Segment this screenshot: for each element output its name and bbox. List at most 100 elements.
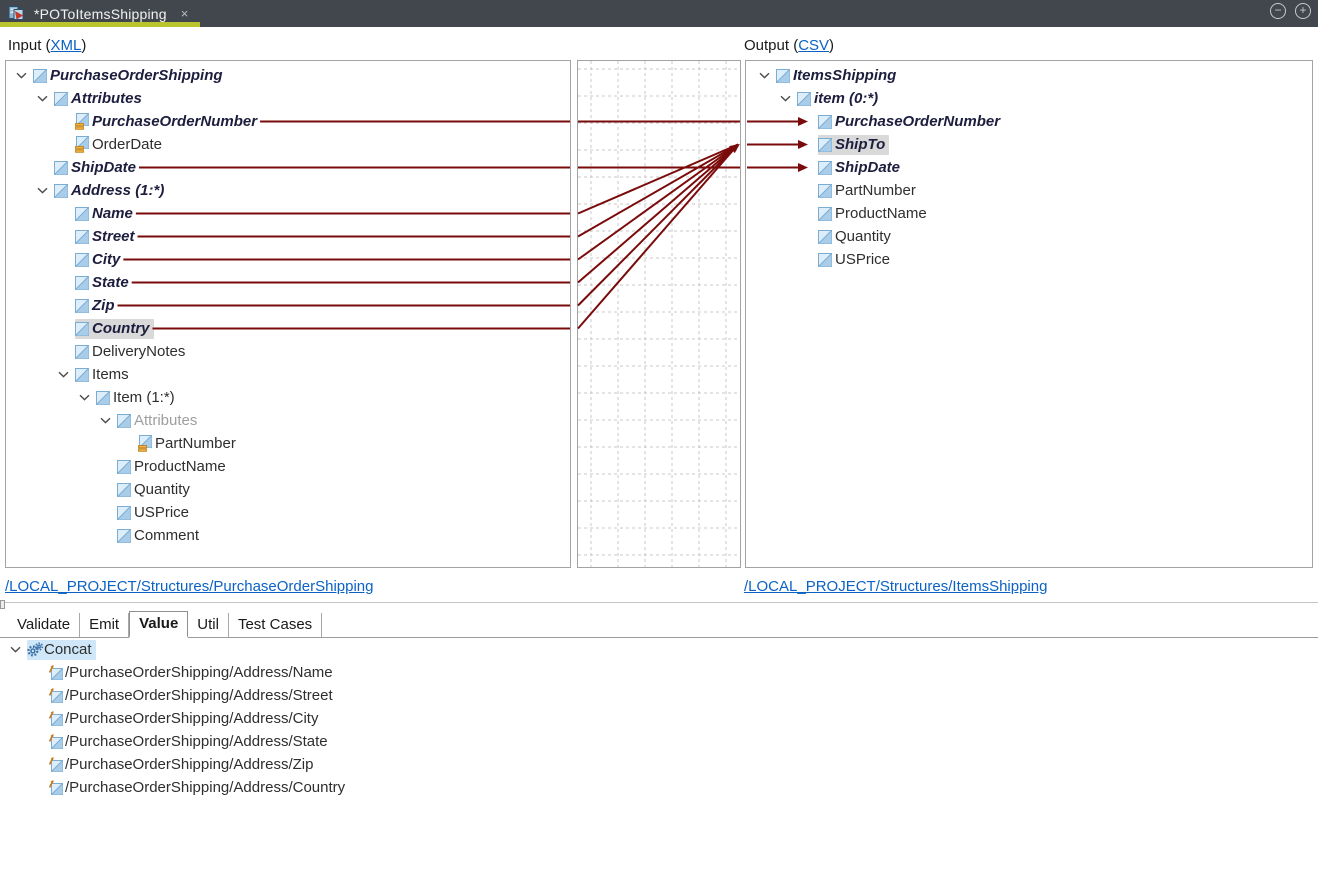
tree-item-cell: Attributes [117, 411, 201, 431]
input-format-link[interactable]: XML [51, 37, 82, 54]
tree-item-label: /PurchaseOrderShipping/Address/State [65, 732, 328, 752]
tree-item-out-usprice[interactable]: USPrice [746, 248, 1312, 271]
funcarg-icon [48, 780, 65, 795]
titlebar: *POToItemsShipping × − + [0, 0, 1318, 27]
output-header: Output (CSV) [744, 37, 834, 54]
splitter-grip[interactable] [0, 600, 5, 609]
tree-item-label: /PurchaseOrderShipping/Address/Country [65, 778, 345, 798]
chevron-down-icon[interactable] [34, 187, 54, 194]
tree-item-in-state[interactable]: State [6, 271, 570, 294]
minimize-circle-button[interactable]: − [1270, 3, 1286, 19]
tree-item-cell: Items [75, 365, 133, 385]
tree-item-label: City [92, 250, 120, 270]
tree-item-in-item-attributes[interactable]: Attributes [6, 409, 570, 432]
tree-item-in-orderdate[interactable]: OrderDate [6, 133, 570, 156]
tree-item-cell: /PurchaseOrderShipping/Address/Street [48, 686, 337, 706]
tree-item-out-shipto[interactable]: ShipTo [746, 133, 1312, 156]
tree-item-out-partnumber[interactable]: PartNumber [746, 179, 1312, 202]
tree-item-in-item[interactable]: Item (1:*) [6, 386, 570, 409]
tree-item-label: Quantity [835, 227, 891, 247]
tree-item-fn-arg-country[interactable]: /PurchaseOrderShipping/Address/Country [0, 776, 349, 799]
output-format-link[interactable]: CSV [798, 37, 829, 54]
tree-item-cell: Name [75, 204, 137, 224]
tree-item-label: ShipTo [835, 135, 885, 155]
element-icon [818, 161, 835, 175]
chevron-down-icon[interactable] [756, 72, 776, 79]
tree-item-cell: ProductName [818, 204, 931, 224]
map-editor-window: *POToItemsShipping × − + Input (XML) Out… [0, 0, 1318, 885]
chevron-down-icon[interactable] [55, 371, 75, 378]
tree-item-in-quantity[interactable]: Quantity [6, 478, 570, 501]
chevron-down-icon[interactable] [7, 646, 27, 653]
tree-item-in-items[interactable]: Items [6, 363, 570, 386]
tree-item-in-city[interactable]: City [6, 248, 570, 271]
tree-item-fn-arg-zip[interactable]: /PurchaseOrderShipping/Address/Zip [0, 753, 349, 776]
tree-item-in-shipdate[interactable]: ShipDate [6, 156, 570, 179]
tree-item-in-name[interactable]: Name [6, 202, 570, 225]
attribute-icon [75, 113, 92, 130]
chevron-down-icon[interactable] [13, 72, 33, 79]
tree-item-cell: USPrice [818, 250, 894, 270]
element-icon [117, 529, 134, 543]
tree-item-label: State [92, 273, 129, 293]
tree-item-in-pon[interactable]: PurchaseOrderNumber [6, 110, 570, 133]
input-tree: PurchaseOrderShippingAttributesPurchaseO… [6, 61, 570, 547]
chevron-down-icon[interactable] [97, 417, 117, 424]
tree-item-cell: Quantity [818, 227, 895, 247]
tab-value[interactable]: Value [129, 611, 188, 638]
tree-item-cell: /PurchaseOrderShipping/Address/Country [48, 778, 349, 798]
element-icon [75, 368, 92, 382]
tree-item-fn-arg-street[interactable]: /PurchaseOrderShipping/Address/Street [0, 684, 349, 707]
tab-emit[interactable]: Emit [80, 613, 129, 637]
tree-item-cell: Zip [75, 296, 119, 316]
tree-item-out-root[interactable]: ItemsShipping [746, 64, 1312, 87]
tab-validate[interactable]: Validate [8, 613, 80, 637]
tree-item-in-root[interactable]: PurchaseOrderShipping [6, 64, 570, 87]
tree-item-out-item[interactable]: item (0:*) [746, 87, 1312, 110]
tree-item-cell: Concat [27, 640, 96, 660]
funcarg-icon [48, 711, 65, 726]
tree-item-cell: State [75, 273, 133, 293]
tree-item-in-comment[interactable]: Comment [6, 524, 570, 547]
output-structure-link[interactable]: /LOCAL_PROJECT/Structures/ItemsShipping [744, 578, 1047, 595]
close-icon[interactable]: × [181, 7, 189, 20]
tree-item-cell: Item (1:*) [96, 388, 179, 408]
tree-item-label: Quantity [134, 480, 190, 500]
function-tree: Concat/PurchaseOrderShipping/Address/Nam… [0, 638, 349, 799]
element-icon [117, 483, 134, 497]
tree-item-cell: PurchaseOrderShipping [33, 66, 227, 86]
tree-item-in-zip[interactable]: Zip [6, 294, 570, 317]
chevron-down-icon[interactable] [34, 95, 54, 102]
tree-item-fn-arg-state[interactable]: /PurchaseOrderShipping/Address/State [0, 730, 349, 753]
tab-test-cases[interactable]: Test Cases [229, 613, 322, 637]
attribute-icon [138, 435, 155, 452]
tree-item-fn-arg-city[interactable]: /PurchaseOrderShipping/Address/City [0, 707, 349, 730]
tree-item-in-street[interactable]: Street [6, 225, 570, 248]
tree-item-in-partnumber[interactable]: PartNumber [6, 432, 570, 455]
tree-item-in-usprice[interactable]: USPrice [6, 501, 570, 524]
tree-item-out-pon[interactable]: PurchaseOrderNumber [746, 110, 1312, 133]
tree-item-out-productname[interactable]: ProductName [746, 202, 1312, 225]
chevron-down-icon[interactable] [777, 95, 797, 102]
chevron-down-icon[interactable] [76, 394, 96, 401]
tree-item-fn-concat[interactable]: Concat [0, 638, 349, 661]
tree-item-in-address[interactable]: Address (1:*) [6, 179, 570, 202]
tree-item-out-shipdate[interactable]: ShipDate [746, 156, 1312, 179]
maximize-circle-button[interactable]: + [1295, 3, 1311, 19]
tree-item-out-quantity[interactable]: Quantity [746, 225, 1312, 248]
tree-item-label: USPrice [134, 503, 189, 523]
element-icon [818, 207, 835, 221]
horizontal-splitter[interactable] [0, 602, 1318, 606]
tree-item-in-attributes[interactable]: Attributes [6, 87, 570, 110]
tree-item-in-deliverynotes[interactable]: DeliveryNotes [6, 340, 570, 363]
mapping-grid [578, 61, 740, 567]
tab-util[interactable]: Util [188, 613, 229, 637]
input-header: Input (XML) [8, 37, 86, 54]
tree-item-in-country[interactable]: Country [6, 317, 570, 340]
editor-tab[interactable]: *POToItemsShipping × [0, 0, 200, 27]
tree-item-label: /PurchaseOrderShipping/Address/City [65, 709, 318, 729]
tree-item-in-productname[interactable]: ProductName [6, 455, 570, 478]
tree-item-cell: PurchaseOrderNumber [75, 112, 261, 132]
input-structure-link[interactable]: /LOCAL_PROJECT/Structures/PurchaseOrderS… [5, 578, 374, 595]
tree-item-fn-arg-name[interactable]: /PurchaseOrderShipping/Address/Name [0, 661, 349, 684]
